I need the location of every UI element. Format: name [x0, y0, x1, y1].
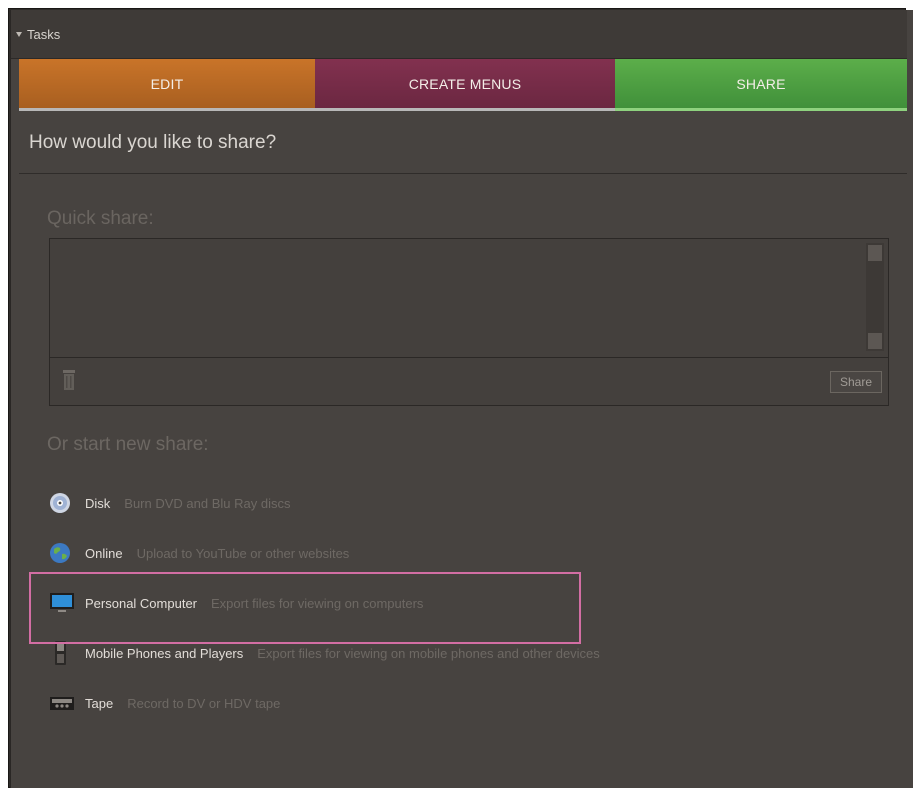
share-option-online[interactable]: Online Upload to YouTube or other websit… — [49, 538, 349, 568]
divider — [19, 173, 907, 174]
new-share-title: Or start new share: — [47, 434, 209, 455]
highlight-callout — [29, 572, 581, 644]
tab-edit[interactable]: EDIT — [19, 59, 315, 111]
tasks-panel-header[interactable]: Tasks — [11, 10, 907, 59]
trash-icon[interactable] — [62, 369, 76, 391]
tab-share[interactable]: SHARE — [615, 59, 907, 111]
quick-share-list[interactable] — [50, 239, 888, 358]
share-option-tape[interactable]: Tape Record to DV or HDV tape — [49, 688, 280, 718]
option-description: Export files for viewing on mobile phone… — [257, 645, 600, 661]
panel-title: Tasks — [27, 27, 61, 42]
tab-create-menus[interactable]: CREATE MENUS — [315, 59, 615, 111]
quick-share-box: Share — [49, 238, 889, 406]
collapse-triangle-icon[interactable] — [16, 32, 22, 37]
option-name: Disk — [85, 495, 111, 511]
option-description: Upload to YouTube or other websites — [136, 545, 350, 561]
tape-icon — [50, 697, 74, 710]
option-name: Mobile Phones and Players — [85, 645, 244, 661]
tab-label: CREATE MENUS — [408, 75, 522, 92]
task-tabs: EDIT CREATE MENUS SHARE — [19, 59, 907, 111]
scroll-down-button[interactable] — [868, 333, 882, 349]
disc-icon — [50, 493, 70, 513]
tab-label: EDIT — [150, 75, 184, 92]
tasks-panel: Tasks EDIT CREATE MENUS SHARE How would … — [10, 10, 913, 788]
tab-label: SHARE — [736, 75, 786, 92]
scrollbar[interactable] — [866, 243, 884, 351]
option-description: Record to DV or HDV tape — [127, 695, 281, 711]
option-name: Online — [85, 545, 123, 561]
share-button[interactable]: Share — [830, 371, 882, 393]
share-option-disk[interactable]: Disk Burn DVD and Blu Ray discs — [49, 488, 290, 518]
option-description: Burn DVD and Blu Ray discs — [124, 495, 291, 511]
globe-icon — [50, 543, 70, 563]
page-title: How would you like to share? — [29, 132, 277, 153]
quick-share-title: Quick share: — [47, 208, 154, 229]
scroll-up-button[interactable] — [868, 245, 882, 261]
option-name: Tape — [85, 695, 114, 711]
